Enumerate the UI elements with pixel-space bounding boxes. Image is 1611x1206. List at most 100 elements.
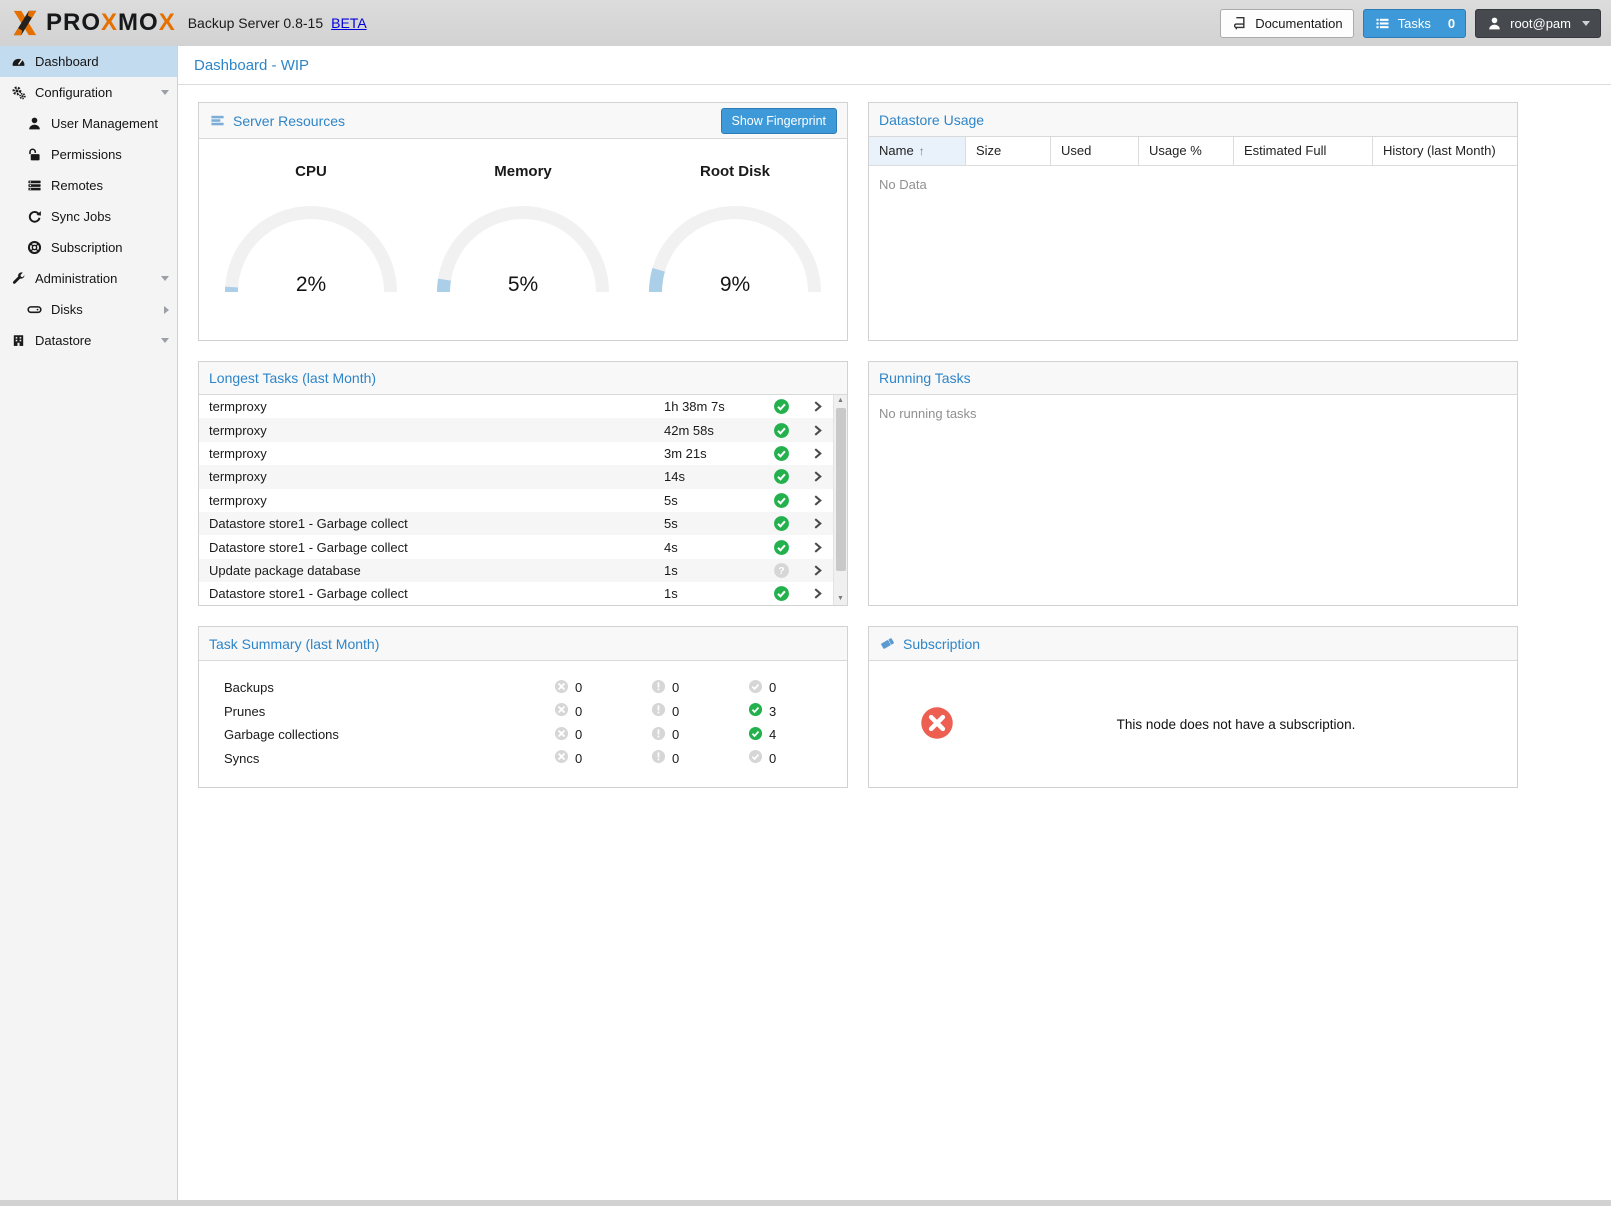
task-row[interactable]: Datastore store1 - Garbage collect 4s xyxy=(199,535,833,558)
column-header-usage-[interactable]: Usage % xyxy=(1139,137,1234,165)
column-header-history-last-month-[interactable]: History (last Month) xyxy=(1373,137,1517,165)
hdd-icon xyxy=(26,302,43,318)
building-icon xyxy=(10,333,27,349)
subscription-panel: Subscription This node does not have a s… xyxy=(868,626,1518,788)
documentation-button[interactable]: Documentation xyxy=(1220,9,1353,38)
tasks-button[interactable]: Tasks 0 xyxy=(1363,9,1466,38)
refresh-icon xyxy=(26,209,43,225)
sidebar-item-subscription[interactable]: Subscription xyxy=(0,232,177,263)
tasks-label: Tasks xyxy=(1398,16,1431,31)
longest-tasks-title: Longest Tasks (last Month) xyxy=(209,370,376,386)
sidebar-item-label: Dashboard xyxy=(35,54,169,69)
book-icon xyxy=(1231,15,1248,31)
chevron-right-icon[interactable] xyxy=(801,424,833,437)
running-tasks-title: Running Tasks xyxy=(879,370,971,386)
chevron-right-icon[interactable] xyxy=(801,587,833,600)
ok-circle-icon xyxy=(748,749,763,767)
summary-label: Prunes xyxy=(224,704,554,719)
task-duration: 3m 21s xyxy=(664,446,761,461)
gauge-value: 9% xyxy=(635,273,835,297)
unlock-icon xyxy=(26,147,43,163)
check-circle-icon xyxy=(761,398,801,415)
sidebar-item-user-management[interactable]: User Management xyxy=(0,108,177,139)
running-tasks-panel: Running Tasks No running tasks xyxy=(868,361,1518,606)
scrollbar[interactable]: ▲ ▼ xyxy=(833,395,847,605)
sidebar-item-sync-jobs[interactable]: Sync Jobs xyxy=(0,201,177,232)
column-header-used[interactable]: Used xyxy=(1051,137,1139,165)
ok-circle-icon xyxy=(748,726,763,744)
question-circle-icon: ? xyxy=(761,562,801,579)
chevron-right-icon[interactable] xyxy=(801,541,833,554)
sidebar-item-administration[interactable]: Administration xyxy=(0,263,177,294)
summary-count: 3 xyxy=(769,704,776,719)
chevron-down-icon xyxy=(1582,21,1590,26)
chevron-right-icon[interactable] xyxy=(801,517,833,530)
user-icon xyxy=(1486,15,1503,31)
scrollbar-thumb[interactable] xyxy=(836,408,846,571)
datastore-usage-title: Datastore Usage xyxy=(879,112,984,128)
task-row[interactable]: Datastore store1 - Garbage collect 1s xyxy=(199,582,833,605)
chevron-right-icon[interactable] xyxy=(801,447,833,460)
chevron-right-icon[interactable] xyxy=(801,564,833,577)
user-icon xyxy=(26,116,43,132)
svg-text:?: ? xyxy=(778,566,784,577)
chevron-right-icon[interactable] xyxy=(801,494,833,507)
summary-count: 0 xyxy=(672,680,679,695)
proxmox-logo: PROXMOX xyxy=(10,9,176,37)
sidebar-item-datastore[interactable]: Datastore xyxy=(0,325,177,356)
summary-count: 0 xyxy=(672,751,679,766)
summary-row-syncs: Syncs000 xyxy=(199,747,847,771)
task-name: termproxy xyxy=(199,423,664,438)
task-row[interactable]: termproxy 5s xyxy=(199,489,833,512)
warning-circle-icon xyxy=(651,702,666,720)
column-header-size[interactable]: Size xyxy=(966,137,1051,165)
task-name: Update package database xyxy=(199,563,664,578)
chevron-right-icon[interactable] xyxy=(801,470,833,483)
sidebar-item-dashboard[interactable]: Dashboard xyxy=(0,46,177,77)
user-menu-button[interactable]: root@pam xyxy=(1475,9,1601,38)
gauge-label: CPU xyxy=(211,163,411,180)
gears-icon xyxy=(10,85,27,101)
sidebar-item-disks[interactable]: Disks xyxy=(0,294,177,325)
task-duration: 14s xyxy=(664,469,761,484)
task-name: termproxy xyxy=(199,446,664,461)
column-header-estimated-full[interactable]: Estimated Full xyxy=(1234,137,1373,165)
gauge-memory: Memory 5% xyxy=(423,139,623,340)
error-circle-icon xyxy=(554,679,569,697)
sidebar-item-remotes[interactable]: Remotes xyxy=(0,170,177,201)
collapse-caret-icon xyxy=(161,338,169,343)
task-row[interactable]: Datastore store1 - Garbage collect 5s xyxy=(199,512,833,535)
scroll-up-arrow[interactable]: ▲ xyxy=(834,395,847,407)
server-resources-title: Server Resources xyxy=(233,113,345,129)
check-circle-icon xyxy=(761,585,801,602)
chevron-right-icon[interactable] xyxy=(801,400,833,413)
task-duration: 42m 58s xyxy=(664,423,761,438)
task-row[interactable]: termproxy 42m 58s xyxy=(199,418,833,441)
column-header-name[interactable]: Name↑ xyxy=(869,137,966,165)
summary-row-garbage-collections: Garbage collections004 xyxy=(199,723,847,747)
task-list-icon xyxy=(1374,15,1391,31)
subscription-title: Subscription xyxy=(903,636,980,652)
sidebar-item-configuration[interactable]: Configuration xyxy=(0,77,177,108)
check-circle-icon xyxy=(761,468,801,485)
lifering-icon xyxy=(26,240,43,256)
task-row[interactable]: termproxy 14s xyxy=(199,465,833,488)
check-circle-icon xyxy=(761,445,801,462)
task-row[interactable]: termproxy 1h 38m 7s xyxy=(199,395,833,418)
task-row[interactable]: termproxy 3m 21s xyxy=(199,442,833,465)
scroll-down-arrow[interactable]: ▼ xyxy=(834,593,847,605)
task-summary-panel: Task Summary (last Month) Backups000Prun… xyxy=(198,626,848,788)
user-label: root@pam xyxy=(1510,16,1571,31)
gauges-row: CPU 2% Memory 5% Root Disk 9% xyxy=(199,139,847,340)
sidebar-item-label: Subscription xyxy=(51,240,169,255)
beta-link[interactable]: BETA xyxy=(331,15,367,31)
task-duration: 4s xyxy=(664,540,761,555)
summary-row-prunes: Prunes003 xyxy=(199,700,847,724)
task-row[interactable]: Update package database 1s ? xyxy=(199,559,833,582)
sidebar-item-permissions[interactable]: Permissions xyxy=(0,139,177,170)
show-fingerprint-button[interactable]: Show Fingerprint xyxy=(721,108,838,134)
summary-count: 0 xyxy=(672,704,679,719)
page-title: Dashboard - WIP xyxy=(178,46,1611,85)
running-tasks-empty-text: No running tasks xyxy=(869,395,1517,432)
warning-circle-icon xyxy=(651,679,666,697)
